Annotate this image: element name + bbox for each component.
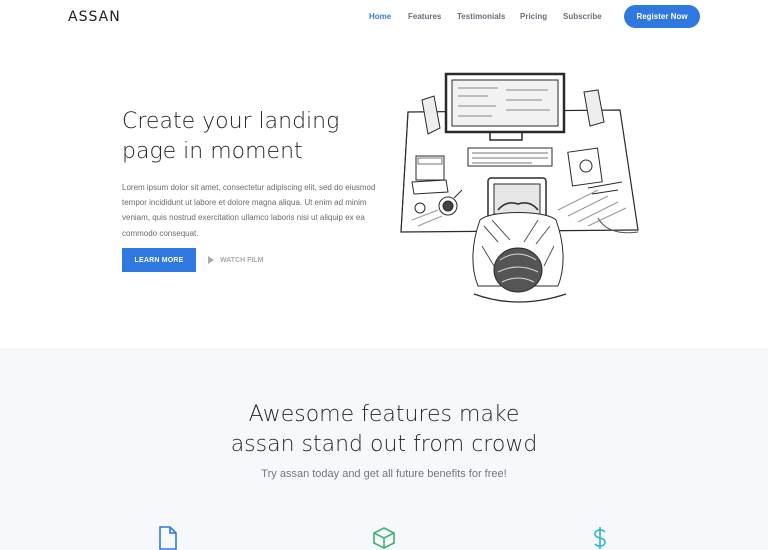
document-icon: [159, 526, 177, 550]
features-title: Awesome features make assan stand out fr…: [0, 400, 768, 460]
nav-link-features[interactable]: Features: [408, 12, 441, 21]
box-icon: [373, 527, 395, 549]
nav-link-pricing[interactable]: Pricing: [520, 12, 547, 21]
watch-film-label: WATCH FILM: [220, 256, 264, 264]
hero-description: Lorem ipsum dolor sit amet, consectetur …: [122, 183, 376, 238]
logo[interactable]: ASSAN: [68, 9, 121, 25]
hero-illustration: [400, 72, 639, 303]
features-section: Awesome features make assan stand out fr…: [0, 348, 768, 550]
learn-more-button[interactable]: LEARN MORE: [122, 248, 196, 272]
features-title-line-2: assan stand out from crowd: [230, 432, 538, 457]
play-icon: [208, 256, 214, 264]
nav-link-testimonials[interactable]: Testimonials: [457, 12, 505, 21]
nav-link-subscribe[interactable]: Subscribe: [563, 12, 602, 21]
nav-link-home[interactable]: Home: [369, 12, 391, 21]
top-navbar: ASSAN Home Features Testimonials Pricing…: [0, 0, 768, 36]
hero-title-line-1: Create your landing: [122, 109, 340, 134]
dollar-icon: [594, 527, 606, 549]
register-now-button[interactable]: Register Now: [624, 5, 700, 28]
features-subtitle: Try assan today and get all future benef…: [261, 468, 507, 480]
hero-title-line-2: page in moment: [122, 139, 303, 164]
hero-title: Create your landing page in moment: [122, 107, 362, 167]
features-title-line-1: Awesome features make: [248, 402, 520, 427]
watch-film-button[interactable]: WATCH FILM: [208, 256, 263, 264]
